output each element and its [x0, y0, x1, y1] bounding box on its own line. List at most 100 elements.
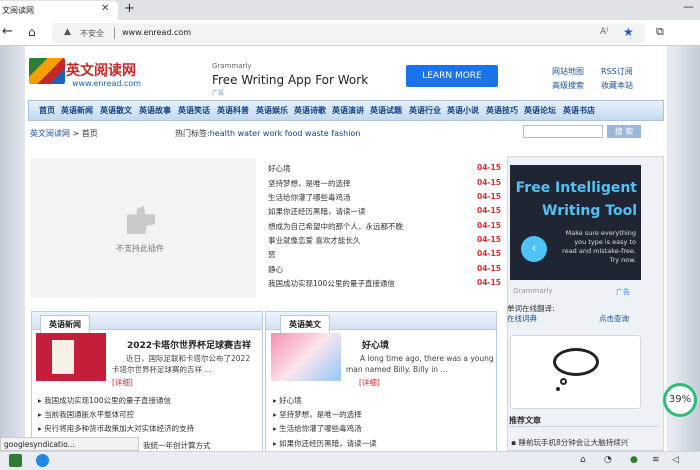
news-item-date: 04-15	[477, 221, 501, 230]
close-icon[interactable]: ✕	[101, 3, 109, 14]
dictionary-query-button[interactable]: 点击查询	[599, 313, 629, 324]
prose-article-title[interactable]: 好心境	[362, 338, 389, 351]
news-item-date: 04-15	[477, 235, 501, 244]
speaker-icon[interactable]: ◁	[672, 455, 679, 465]
recommend-item[interactable]: ▪ 睡前玩手机8分钟会让大脑持续兴	[511, 437, 628, 448]
prose-article-summary: A long time ago, there was a young man n…	[346, 354, 494, 374]
learn-more-button[interactable]: LEARN MORE	[406, 65, 498, 87]
plugin-message: 不支持此插件	[116, 244, 164, 253]
list-item[interactable]: ▸ 生活给你灌了哪些毒鸡汤	[273, 423, 362, 434]
warning-icon[interactable]: ▲	[64, 27, 71, 37]
ad-title[interactable]: Free Writing App For Work	[212, 73, 368, 87]
chat-bubble-dot-icon	[556, 387, 560, 391]
menu-item-entertainment[interactable]: 英语娱乐	[256, 105, 288, 116]
taskbar	[0, 451, 700, 470]
side-ad-advertiser[interactable]: Grammarly	[513, 287, 552, 295]
recommend-heading: 推荐文章	[509, 416, 541, 425]
list-item[interactable]: ▸ 央行将用多种货币政策加大对实体经济的支持	[38, 423, 194, 434]
speed-percent-badge[interactable]: 39%	[663, 383, 697, 417]
status-bar: googlesyndicatio...	[0, 437, 139, 451]
menu-item-stories[interactable]: 英语故事	[139, 105, 171, 116]
list-item[interactable]: 我统一年创计算方式	[143, 440, 211, 451]
list-item[interactable]: ▸ 好心境	[273, 395, 302, 406]
wifi-icon[interactable]: ≋	[652, 455, 660, 465]
menu-item-poetry[interactable]: 英语诗歌	[294, 105, 326, 116]
prose-thumbnail[interactable]	[271, 333, 341, 381]
prose-more-link[interactable]: [详细]	[359, 377, 380, 388]
insecure-label[interactable]: 不安全	[80, 28, 104, 39]
chevron-left-icon[interactable]: ‹	[521, 236, 547, 262]
sitemap-link[interactable]: 网站地图	[552, 66, 584, 77]
volume-icon[interactable]: ◔	[604, 455, 612, 465]
breadcrumb: 英文阅读网 > 首页	[30, 128, 98, 139]
logo-title[interactable]: 英文阅读网	[66, 60, 136, 80]
news-item-title[interactable]: 静心	[268, 264, 283, 275]
tab-prose[interactable]: 英语美文	[280, 315, 330, 333]
tab-news[interactable]: 英语新闻	[40, 315, 90, 333]
ad-advertiser[interactable]: Grammarly	[212, 62, 251, 70]
side-ad-label[interactable]: 广告	[616, 287, 630, 297]
breadcrumb-separator: >	[72, 129, 80, 138]
hot-tags-label: 热门标签:	[175, 129, 210, 138]
news-article-title[interactable]: 2022卡塔尔世界杯足球赛吉祥	[127, 338, 251, 351]
menu-item-speech[interactable]: 英语演讲	[332, 105, 364, 116]
bookmark-link[interactable]: 收藏本站	[601, 80, 633, 91]
plus-icon[interactable]: +	[124, 1, 135, 16]
news-item-date: 04-15	[477, 178, 501, 187]
news-item-title[interactable]: 想成为自己希望中的那个人，永远都不晚	[268, 221, 403, 232]
menu-item-prose[interactable]: 英语散文	[100, 105, 132, 116]
news-item-title[interactable]: 好心境	[268, 163, 291, 174]
back-arrow-icon[interactable]: ←	[2, 24, 13, 39]
logo-icon[interactable]	[29, 58, 65, 84]
tray-app-icon[interactable]: ●	[630, 455, 638, 465]
menu-item-tests[interactable]: 英语试题	[370, 105, 402, 116]
read-aloud-icon[interactable]: A⁾	[600, 27, 608, 37]
network-icon[interactable]: ⌂	[580, 455, 586, 465]
news-item-title[interactable]: 怒	[268, 249, 276, 260]
menu-item-forum[interactable]: 英语论坛	[524, 105, 556, 116]
list-item[interactable]: ▸ 如果你还经历黑暗，请读一读	[273, 438, 377, 449]
news-item-date: 04-15	[477, 192, 501, 201]
star-icon[interactable]: ★	[623, 25, 634, 39]
dictionary-link[interactable]: 在线词典	[507, 313, 537, 324]
home-icon[interactable]: ⌂	[28, 25, 36, 39]
news-item-title[interactable]: 我国成功实现100公里的量子直接通信	[268, 278, 395, 289]
menu-item-novels[interactable]: 英语小说	[447, 105, 479, 116]
chat-bubble-dot-icon	[560, 378, 567, 385]
news-item-date: 04-15	[477, 278, 501, 287]
minimize-icon[interactable]: —	[683, 0, 694, 13]
prose-box-header: 英语美文	[266, 312, 496, 333]
menu-item-home[interactable]: 首页	[39, 105, 55, 116]
app-icon[interactable]	[9, 454, 22, 467]
menu-item-industry[interactable]: 英语行业	[409, 105, 441, 116]
news-item-date: 04-15	[477, 163, 501, 172]
browser-icon[interactable]	[36, 454, 49, 467]
list-item[interactable]: ▸ 我国成功实现100公里的量子直接通信	[38, 395, 171, 406]
side-ad-headline[interactable]: Free Intelligent Writing Tool	[511, 177, 637, 223]
menu-item-news[interactable]: 英语新闻	[61, 105, 93, 116]
advanced-search-link[interactable]: 高级搜索	[552, 80, 584, 91]
url-text[interactable]: www.enread.com	[122, 28, 191, 37]
news-more-link[interactable]: [详细]	[112, 377, 133, 388]
menu-item-science[interactable]: 英语科普	[217, 105, 249, 116]
news-item-title[interactable]: 生活给你灌了哪些毒鸡汤	[268, 192, 351, 203]
news-item-title[interactable]: 坚持梦想，是唯一的选择	[268, 178, 351, 189]
news-item-title[interactable]: 如果你还经历黑暗，请读一读	[268, 206, 366, 217]
side-ad-body[interactable]: Make sure everything you type is easy to…	[562, 229, 636, 265]
hot-tags-words[interactable]: health water work food waste fashion	[210, 129, 361, 138]
news-item-date: 04-15	[477, 249, 501, 258]
rss-link[interactable]: RSS订阅	[601, 66, 633, 77]
news-item-title[interactable]: 事业就像恋爱 喜欢才能长久	[268, 235, 360, 246]
search-input[interactable]	[523, 125, 603, 138]
menu-item-jokes[interactable]: 英语笑话	[178, 105, 210, 116]
list-item[interactable]: ▸ 当前我国通胀水平整体可控	[38, 409, 134, 420]
ad-label[interactable]: 广告	[212, 88, 224, 97]
breadcrumb-home-link[interactable]: 英文阅读网	[30, 129, 70, 138]
logo-url[interactable]: www.enread.com	[72, 79, 141, 88]
menu-item-bookstore[interactable]: 英语书店	[563, 105, 595, 116]
search-button[interactable]: 搜 索	[607, 125, 641, 138]
menu-item-tips[interactable]: 英语技巧	[486, 105, 518, 116]
divider	[509, 426, 659, 427]
list-item[interactable]: ▸ 坚持梦想，是唯一的选择	[273, 409, 362, 420]
collections-icon[interactable]: ⧉	[656, 25, 664, 39]
